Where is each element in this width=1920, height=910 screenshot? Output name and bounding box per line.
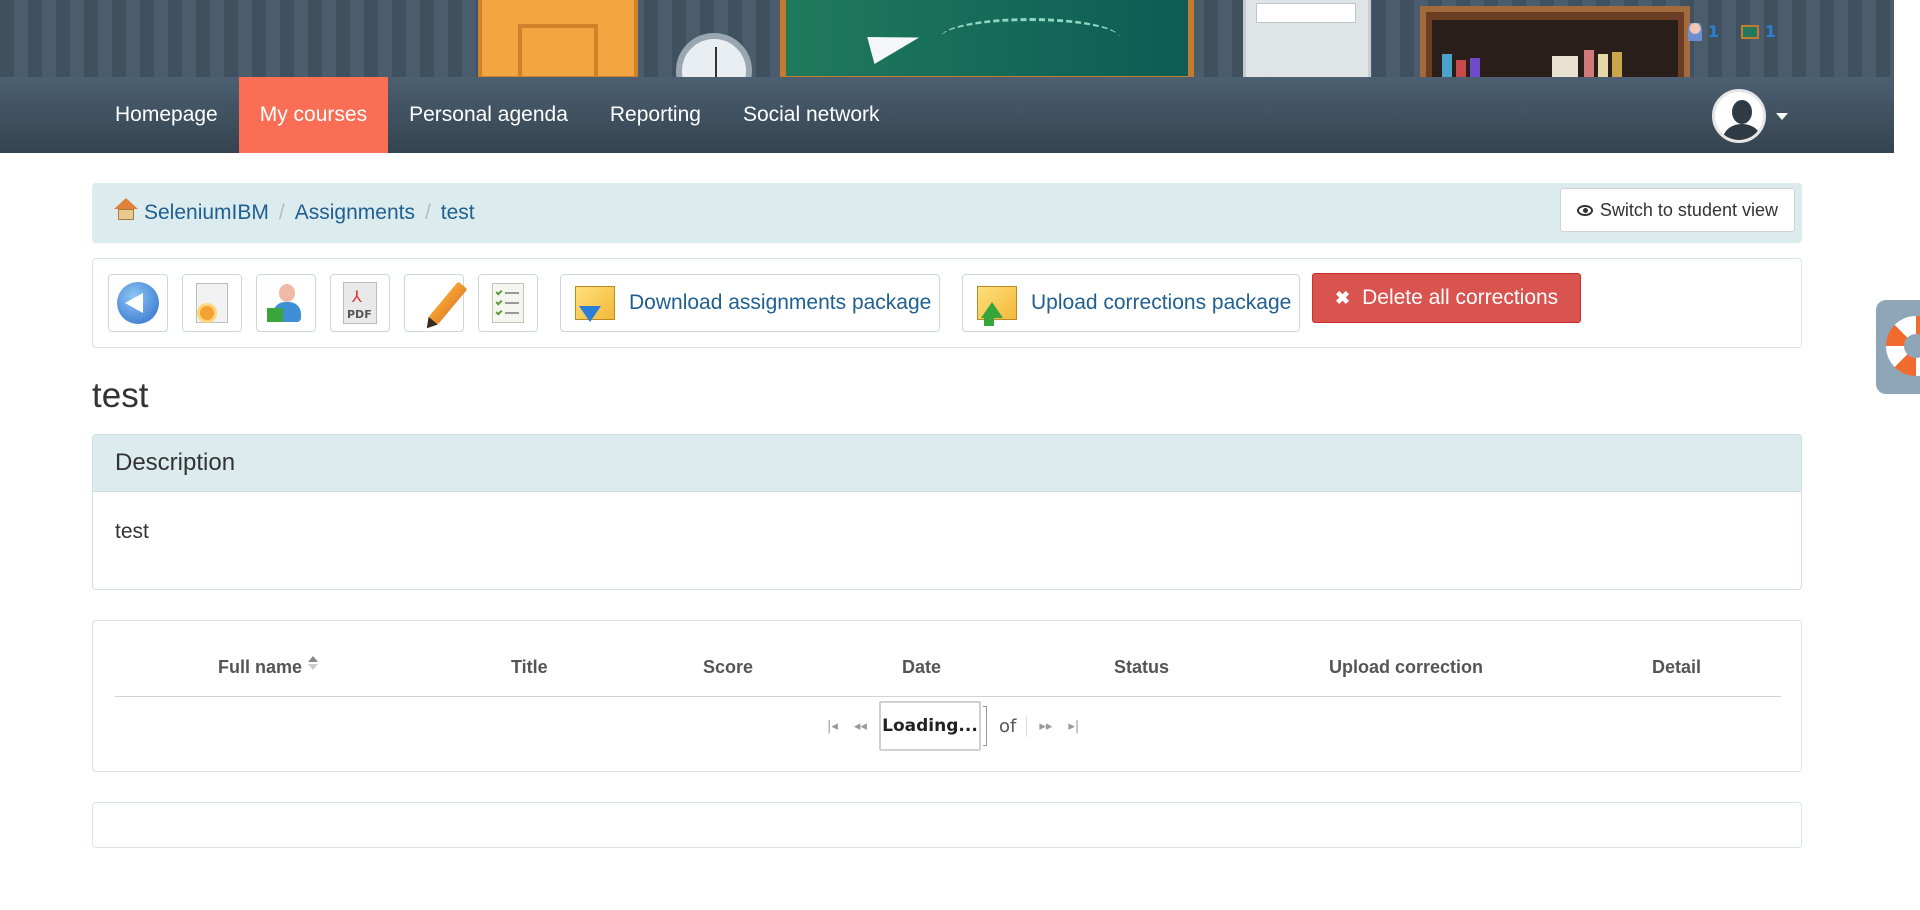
chalk-line-illustration [940,18,1120,58]
edit-button[interactable] [404,274,468,332]
eye-icon [1576,204,1593,216]
breadcrumb-assignments[interactable]: Assignments [295,201,415,225]
document-settings-icon [196,283,228,323]
header-banner: 1 1 [0,0,1894,77]
pager-bracket [982,706,987,746]
column-date[interactable]: Date [902,657,941,678]
online-courses-count: 1 [1764,22,1776,41]
column-detail[interactable]: Detail [1652,657,1701,678]
package-upload-icon [975,280,1021,326]
description-panel: Description test [92,434,1802,590]
upload-package-label: Upload corrections package [1031,291,1292,314]
checklist-button[interactable] [478,274,538,332]
nav-personal-agenda[interactable]: Personal agenda [388,77,589,153]
help-button[interactable] [1876,300,1920,394]
bookshelf-illustration [1420,6,1690,77]
user-add-icon [265,282,307,324]
close-icon: ✖ [1335,287,1351,308]
breadcrumb-course[interactable]: SeleniumIBM [144,201,269,225]
column-title[interactable]: Title [511,657,548,678]
add-users-button[interactable] [256,274,316,332]
cabinet-illustration [1243,0,1371,77]
download-assignments-package-button[interactable]: Download assignments package [560,274,941,332]
delete-label: Delete all corrections [1362,286,1559,309]
pdf-icon: ⅄ PDF [343,282,377,324]
door-illustration [478,0,638,77]
last-page-icon[interactable]: ▸| [1064,719,1083,734]
breadcrumb-current[interactable]: test [441,201,475,225]
checklist-icon [492,283,524,323]
delete-all-corrections-button[interactable]: ✖ Delete all corrections [1312,273,1582,323]
breadcrumb-separator: / [424,201,431,224]
page-number-input[interactable]: Loading... [878,701,981,751]
caret-down-icon [1776,112,1788,120]
nav-social-network[interactable]: Social network [722,77,901,153]
download-package-label: Download assignments package [629,291,932,314]
next-page-icon[interactable]: ▸▸ [1035,719,1056,734]
column-status[interactable]: Status [1114,657,1169,678]
column-score[interactable]: Score [703,657,753,678]
switch-label: Switch to student view [1599,199,1778,220]
switch-to-student-view-button[interactable]: Switch to student view [1559,188,1795,232]
table-pager: |◂ ◂◂ Loading... of ▸▸ ▸| [823,701,1083,751]
nav-homepage[interactable]: Homepage [94,77,239,153]
actions-toolbar: ⅄ PDF Download assignments package Upload… [92,258,1802,348]
breadcrumb: SeleniumIBM / Assignments / test Switch … [92,183,1802,243]
online-courses-link[interactable]: 1 [1740,22,1776,41]
pager-of-label: of [995,715,1028,737]
online-users-count: 1 [1707,22,1719,41]
footer-panel [92,802,1802,848]
description-heading: Description [93,435,1801,492]
user-icon [1687,22,1702,41]
user-menu-toggle[interactable] [1712,89,1788,143]
banner-stats: 1 1 [1687,22,1776,41]
column-upload-correction[interactable]: Upload correction [1329,657,1483,678]
sort-icon [308,656,319,670]
table-header-row: Full name Title Score Date Status Upload… [115,621,1781,697]
description-text: test [115,520,149,543]
avatar [1712,89,1766,143]
chalkboard-icon [1740,24,1759,39]
online-users-link[interactable]: 1 [1687,22,1719,41]
main-navbar: Homepage My courses Personal agenda Repo… [0,77,1894,153]
pencil-icon [428,281,468,325]
breadcrumb-separator: / [278,201,285,224]
lifebuoy-icon [1886,316,1920,376]
column-full-name[interactable]: Full name [218,656,319,678]
submissions-table: Full name Title Score Date Status Upload… [92,620,1802,772]
upload-corrections-package-button[interactable]: Upload corrections package [962,274,1301,332]
nav-my-courses[interactable]: My courses [238,77,389,153]
home-icon [114,198,138,220]
first-page-icon[interactable]: |◂ [823,719,842,734]
nav-reporting[interactable]: Reporting [589,77,722,153]
package-download-icon [573,280,619,326]
prev-page-icon[interactable]: ◂◂ [850,719,871,734]
export-pdf-button[interactable]: ⅄ PDF [330,274,390,332]
back-button[interactable] [108,274,168,332]
clock-illustration [676,33,752,77]
edit-assignment-settings-button[interactable] [182,274,242,332]
back-arrow-icon [117,282,159,324]
page-title: test [92,376,149,415]
